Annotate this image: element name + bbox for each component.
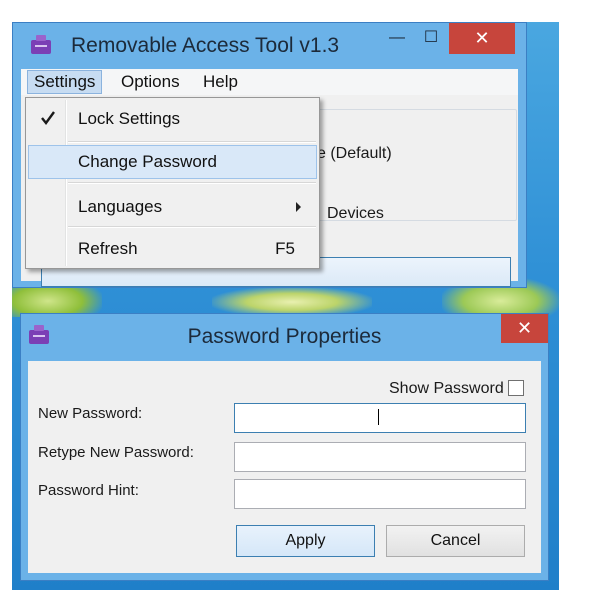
devices-option-label: Devices bbox=[327, 205, 384, 222]
submenu-arrow-icon bbox=[296, 202, 301, 212]
show-password-label: Show Password bbox=[389, 380, 504, 397]
password-hint-field[interactable] bbox=[234, 479, 526, 509]
menu-item-label: Refresh bbox=[78, 239, 138, 258]
menu-help[interactable]: Help bbox=[197, 70, 244, 94]
retype-password-field[interactable] bbox=[234, 442, 526, 472]
minimize-button[interactable]: — bbox=[381, 25, 413, 53]
password-dialog: Password Properties ✕ Show Password New … bbox=[20, 313, 549, 581]
show-password-checkbox[interactable] bbox=[508, 380, 524, 396]
menu-item-refresh[interactable]: Refresh F5 bbox=[28, 232, 317, 266]
cancel-button[interactable]: Cancel bbox=[386, 525, 525, 557]
close-button[interactable]: ✕ bbox=[449, 23, 515, 54]
menu-separator bbox=[68, 141, 316, 143]
menu-item-label: Change Password bbox=[78, 152, 217, 171]
new-password-label: New Password: bbox=[38, 405, 143, 422]
retype-password-label: Retype New Password: bbox=[38, 444, 194, 461]
menu-bar: Settings Options Help bbox=[21, 69, 518, 95]
password-hint-label: Password Hint: bbox=[38, 482, 139, 499]
menu-item-shortcut: F5 bbox=[275, 239, 295, 258]
close-button[interactable]: ✕ bbox=[501, 314, 548, 343]
menu-item-lock-settings[interactable]: Lock Settings bbox=[28, 102, 317, 136]
text-caret bbox=[378, 409, 379, 425]
default-option-label: e (Default) bbox=[317, 145, 392, 162]
checkmark-icon bbox=[41, 111, 55, 125]
new-password-field[interactable] bbox=[234, 403, 526, 433]
menu-settings[interactable]: Settings bbox=[27, 70, 103, 94]
title-bar[interactable]: Removable Access Tool v1.3 — ☐ ✕ bbox=[13, 23, 526, 69]
menu-item-label: Languages bbox=[78, 197, 163, 216]
maximize-button[interactable]: ☐ bbox=[415, 25, 447, 53]
menu-item-languages[interactable]: Languages bbox=[28, 190, 317, 224]
window-title: Removable Access Tool v1.3 bbox=[71, 34, 340, 57]
menu-separator bbox=[68, 182, 316, 184]
menu-item-label: Lock Settings bbox=[78, 109, 181, 128]
menu-item-change-password[interactable]: Change Password bbox=[28, 145, 317, 179]
usb-drive-icon bbox=[31, 35, 51, 54]
menu-separator bbox=[68, 226, 316, 228]
menu-options[interactable]: Options bbox=[115, 70, 186, 94]
settings-dropdown: Lock Settings Change Password Languages … bbox=[25, 97, 320, 269]
dialog-title: Password Properties bbox=[187, 325, 382, 348]
dialog-client: Show Password New Password: Retype New P… bbox=[28, 361, 541, 573]
apply-button[interactable]: Apply bbox=[236, 525, 375, 557]
